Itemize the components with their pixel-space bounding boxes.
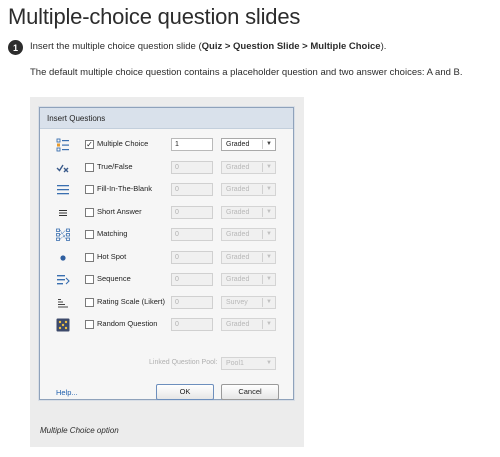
question-row-sequence: Sequence 0 Graded ▼ — [40, 272, 293, 288]
step-text-post: ). — [380, 41, 387, 52]
mode-select-multiple-choice[interactable]: Graded ▼ — [221, 138, 276, 151]
mode-select-hot-spot[interactable]: Graded ▼ — [221, 250, 276, 264]
question-row-short-answer: Short Answer 0 Graded ▼ — [40, 205, 293, 221]
linked-question-pool-select[interactable]: Pool1 ▼ — [221, 357, 276, 370]
question-row-matching: Matching 0 Graded ▼ — [40, 227, 293, 243]
page-title: Multiple-choice question slides — [8, 4, 301, 29]
mode-value: Graded — [226, 208, 250, 216]
mode-value: Graded — [226, 276, 250, 283]
count-matching[interactable]: 0 — [171, 228, 213, 241]
count-rating-scale[interactable]: 0 — [171, 295, 213, 309]
sequence-icon — [55, 272, 71, 288]
label-fill-in-the-blank: Fill-In-The-Blank — [97, 184, 153, 193]
mode-value: Graded — [226, 231, 250, 238]
label-random-question: Random Question — [97, 319, 158, 328]
mode-select-fill-in-the-blank[interactable]: Graded ▼ — [221, 183, 276, 196]
checkbox-hot-spot[interactable] — [85, 252, 94, 262]
help-link[interactable]: Help... — [56, 388, 78, 397]
mode-value: Graded — [226, 141, 250, 148]
label-sequence: Sequence — [97, 274, 131, 283]
fill-in-the-blank-icon — [55, 182, 71, 198]
hot-spot-icon — [55, 250, 71, 266]
chevron-down-icon: ▼ — [266, 321, 272, 327]
step-description: The default multiple choice question con… — [30, 67, 463, 78]
cancel-button[interactable]: Cancel — [221, 384, 279, 400]
mode-select-short-answer[interactable]: Graded ▼ — [221, 205, 276, 219]
count-fill-in-the-blank[interactable]: 0 — [171, 183, 213, 196]
mode-select-matching[interactable]: Graded ▼ — [221, 228, 276, 241]
pool-value: Pool1 — [226, 360, 244, 367]
label-hot-spot: Hot Spot — [97, 251, 127, 261]
rating-scale-icon — [55, 295, 71, 311]
checkbox-random-question[interactable] — [85, 320, 94, 329]
label-matching: Matching — [97, 229, 128, 238]
count-multiple-choice[interactable]: 1 — [171, 138, 213, 151]
mode-select-random-question[interactable]: Graded ▼ — [221, 318, 276, 331]
checkbox-true-false[interactable] — [85, 162, 94, 172]
question-row-random-question: Random Question 0 Graded ▼ — [40, 317, 293, 333]
random-question-icon — [55, 317, 71, 333]
mode-select-sequence[interactable]: Graded ▼ — [221, 273, 276, 286]
chevron-down-icon: ▼ — [266, 276, 272, 282]
matching-icon — [55, 227, 71, 243]
count-short-answer[interactable]: 0 — [171, 205, 213, 219]
question-row-rating-scale: Rating Scale (Likert) 0 Survey ▼ — [40, 295, 293, 311]
true-false-icon — [55, 160, 71, 176]
checkbox-rating-scale[interactable] — [85, 297, 94, 307]
checkbox-fill-in-the-blank[interactable] — [85, 185, 94, 194]
mode-select-rating-scale[interactable]: Survey ▼ — [221, 295, 276, 309]
question-row-fill-in-the-blank: Fill-In-The-Blank 0 Graded ▼ — [40, 182, 293, 198]
chevron-down-icon: ▼ — [266, 360, 272, 366]
mode-value: Graded — [226, 186, 250, 193]
step-number-badge: 1 — [8, 40, 23, 55]
count-hot-spot[interactable]: 0 — [171, 250, 213, 264]
ok-button[interactable]: OK — [156, 384, 214, 400]
checkbox-matching[interactable] — [85, 230, 94, 239]
chevron-down-icon: ▼ — [266, 141, 272, 147]
checkbox-sequence[interactable] — [85, 275, 94, 284]
label-rating-scale: Rating Scale (Likert) — [97, 296, 165, 306]
chevron-down-icon: ▼ — [266, 231, 272, 237]
multiple-choice-icon — [55, 137, 71, 153]
label-short-answer: Short Answer — [97, 206, 142, 216]
question-row-true-false: True/False 0 Graded ▼ — [40, 160, 293, 176]
screenshot-figure: Insert Questions ✓ Multiple Choice 1 Gra… — [30, 97, 304, 447]
step-instruction: Insert the multiple choice question slid… — [30, 41, 386, 52]
question-row-hot-spot: Hot Spot 0 Graded ▼ — [40, 250, 293, 266]
linked-question-pool-label: Linked Question Pool: — [149, 359, 218, 366]
count-true-false[interactable]: 0 — [171, 160, 213, 174]
mode-value: Survey — [226, 298, 248, 306]
question-row-multiple-choice: ✓ Multiple Choice 1 Graded ▼ — [40, 137, 293, 153]
checkbox-short-answer[interactable] — [85, 207, 94, 217]
mode-select-true-false[interactable]: Graded ▼ — [221, 160, 276, 174]
checkbox-multiple-choice[interactable]: ✓ — [85, 140, 94, 149]
step-menu-path: Quiz > Question Slide > Multiple Choice — [201, 41, 381, 52]
chevron-down-icon: ▼ — [266, 163, 272, 170]
mode-value: Graded — [226, 163, 250, 171]
insert-questions-dialog: Insert Questions ✓ Multiple Choice 1 Gra… — [39, 107, 294, 400]
mode-value: Graded — [226, 321, 250, 328]
step-text-pre: Insert the multiple choice question slid… — [30, 41, 202, 52]
chevron-down-icon: ▼ — [266, 186, 272, 192]
dialog-title: Insert Questions — [40, 108, 293, 129]
short-answer-icon — [55, 205, 71, 221]
label-multiple-choice: Multiple Choice — [97, 139, 149, 148]
mode-value: Graded — [226, 253, 250, 261]
label-true-false: True/False — [97, 161, 133, 171]
count-sequence[interactable]: 0 — [171, 273, 213, 286]
figure-caption: Multiple Choice option — [40, 426, 119, 435]
chevron-down-icon: ▼ — [266, 208, 272, 215]
count-random-question[interactable]: 0 — [171, 318, 213, 331]
chevron-down-icon: ▼ — [266, 253, 272, 260]
chevron-down-icon: ▼ — [266, 298, 272, 305]
